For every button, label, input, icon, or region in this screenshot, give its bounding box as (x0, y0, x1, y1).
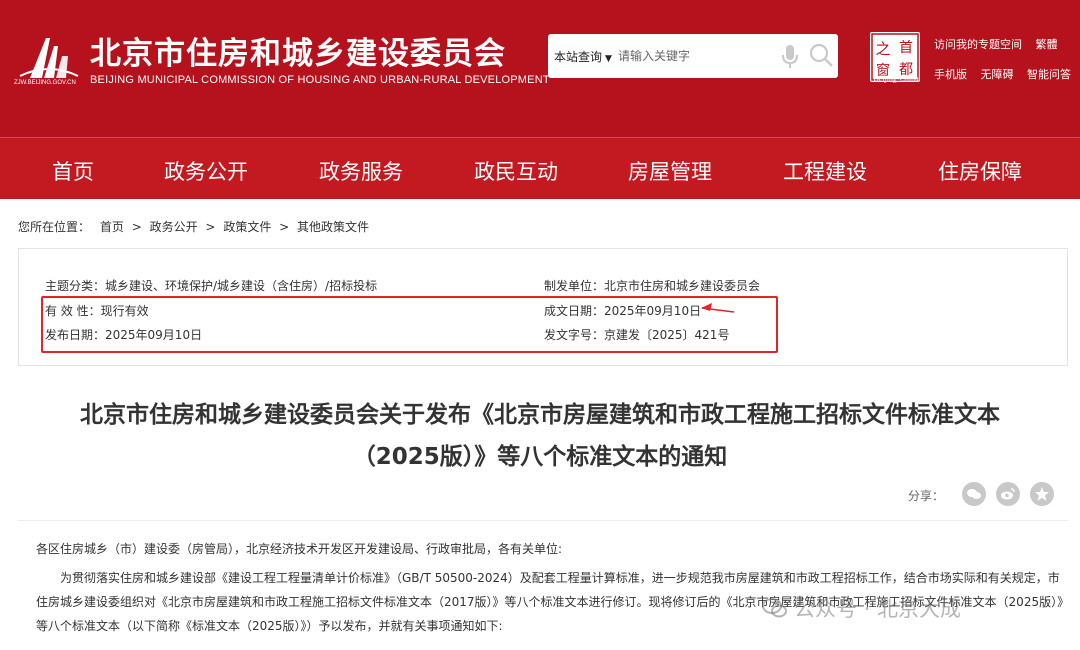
site-subtitle: BEIJING MUNICIPAL COMMISSION OF HOUSING … (90, 74, 550, 86)
special-space-link[interactable]: 访问我的专题空间 (934, 38, 1022, 51)
document-title-line1: 北京市住房和城乡建设委员会关于发布《北京市房屋建筑和市政工程施工招标文件标准文本 (80, 402, 1000, 428)
share-favorite-button[interactable] (1030, 482, 1054, 506)
smart-qa-link[interactable]: 智能问答 (1027, 68, 1071, 81)
traditional-chinese-link[interactable]: 繁體 (1036, 38, 1058, 51)
annotation-highlight-box (41, 296, 778, 353)
document-title-line2: （2025版）》等八个标准文本的通知 (352, 444, 728, 470)
annotation-arrow-icon (701, 303, 735, 313)
breadcrumb-home[interactable]: 首页 (100, 220, 124, 234)
site-title[interactable]: 北京市住房和城乡建设委员会 (90, 28, 506, 73)
breadcrumb-other-policy-files[interactable]: 其他政策文件 (297, 220, 369, 234)
nav-item-government-services[interactable]: 政务服务 (319, 156, 403, 186)
search-scope-select[interactable]: 本站查询 ▼ (554, 48, 612, 65)
favorite-icon (1035, 487, 1049, 501)
nav-item-home[interactable]: 首页 (52, 156, 94, 186)
breadcrumb-separator: > (131, 220, 142, 234)
content-divider (18, 520, 1068, 521)
wechat-icon (967, 489, 981, 499)
chevron-down-icon: ▼ (605, 54, 612, 64)
search-input[interactable] (618, 44, 778, 68)
watermark-text: 公众号 · 北京大成 (794, 597, 962, 621)
breadcrumb-prefix: 您所在位置： (18, 220, 91, 234)
nav-item-interaction[interactable]: 政民互动 (474, 156, 558, 186)
nav-item-housing-security[interactable]: 住房保障 (938, 156, 1022, 186)
meta-category: 主题分类：城乡建设、环境保护/城乡建设（含住房）/招标投标 (45, 279, 378, 293)
nav-item-housing-management[interactable]: 房屋管理 (628, 156, 712, 186)
breadcrumb: 您所在位置： 首页 > 政务公开 > 政策文件 > 其他政策文件 (18, 218, 369, 235)
accessibility-link[interactable]: 无障碍 (981, 68, 1014, 81)
document-title: 北京市住房和城乡建设委员会关于发布《北京市房屋建筑和市政工程施工招标文件标准文本… (20, 394, 1060, 478)
wechat-watermark-icon (762, 598, 787, 618)
share-label: 分享： (908, 489, 945, 503)
main-nav: 首页 政务公开 政务服务 政民互动 房屋管理 工程建设 住房保障 (0, 137, 1080, 199)
meta-issuer: 制发单位：北京市住房和城乡建设委员会 (544, 279, 761, 293)
top-links-row1: 访问我的专题空间 繁體 (934, 36, 1068, 52)
search-icon[interactable] (808, 42, 834, 68)
capital-badge-caption: Beijing-China (873, 74, 919, 83)
search-scope-label: 本站查询 (554, 50, 603, 64)
breadcrumb-government-affairs[interactable]: 政务公开 (150, 220, 198, 234)
breadcrumb-separator: > (205, 220, 216, 234)
site-header: ZJW.BEIJING.GOV.CN 北京市住房和城乡建设委员会 BEIJING… (0, 0, 1080, 137)
badge-char: 之 (875, 40, 890, 58)
nav-item-government-affairs[interactable]: 政务公开 (164, 156, 248, 186)
mobile-version-link[interactable]: 手机版 (934, 68, 967, 81)
nav-item-engineering[interactable]: 工程建设 (783, 156, 867, 186)
badge-char: 首 (899, 40, 913, 56)
breadcrumb-policy-files[interactable]: 政策文件 (223, 220, 271, 234)
share-weibo-button[interactable] (996, 482, 1020, 506)
share-wechat-button[interactable] (962, 482, 986, 506)
microphone-icon[interactable] (780, 44, 800, 70)
logo-caption: ZJW.BEIJING.GOV.CN (14, 80, 76, 86)
breadcrumb-separator: > (279, 220, 290, 234)
top-links-row2: 手机版 无障碍 智能问答 (934, 66, 1080, 82)
weibo-icon (1001, 488, 1015, 500)
body-paragraph-addressees: 各区住房城乡（市）建设委（房管局），北京经济技术开发区开发建设局、行政审批局，各… (36, 542, 563, 556)
